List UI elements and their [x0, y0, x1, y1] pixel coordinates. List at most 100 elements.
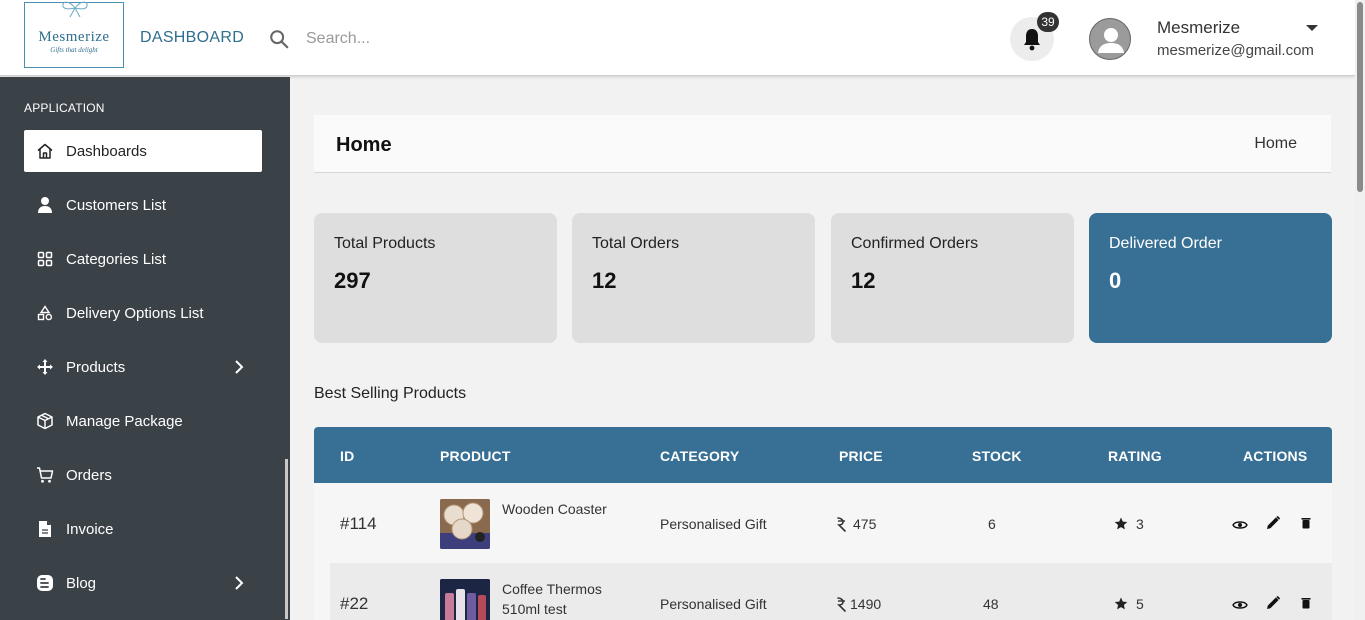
sidebar-item-delivery-options[interactable]: Delivery Options List	[24, 292, 262, 334]
grid-icon	[24, 238, 66, 280]
cell-category: Personalised Gift	[660, 516, 767, 532]
sidebar-item-orders[interactable]: Orders	[24, 454, 262, 496]
sidebar-item-invoice[interactable]: Invoice	[24, 508, 262, 550]
stat-value: 0	[1109, 268, 1122, 293]
eye-icon[interactable]	[1232, 519, 1248, 531]
stat-value: 12	[592, 268, 617, 293]
star-icon	[1114, 517, 1128, 530]
sidebar-scrollbar[interactable]	[285, 459, 288, 619]
product-image	[440, 499, 490, 549]
brand-logo[interactable]: Mesmerize Gifts that delight	[24, 1, 124, 68]
cart-icon	[24, 454, 66, 496]
table-row[interactable]: #22 Coffee Thermos 510ml test Personalis…	[330, 563, 1332, 620]
column-header[interactable]: PRODUCT	[440, 448, 511, 464]
product-thumbnail[interactable]	[440, 579, 490, 620]
sidebar-item-label: Products	[66, 358, 126, 376]
user-name[interactable]: Mesmerize	[1157, 18, 1240, 38]
cell-stock: 48	[983, 596, 999, 612]
sidebar: APPLICATION Dashboards Customers List Ca…	[0, 77, 290, 620]
chevron-right-icon	[235, 360, 244, 374]
table-row[interactable]: #114 Wooden Coaster Personalised Gift 47…	[314, 483, 1332, 563]
star-icon	[1114, 597, 1128, 610]
page-scrollbar-thumb[interactable]	[1357, 2, 1363, 192]
column-header[interactable]: ID	[340, 448, 354, 464]
stat-label: Total Orders	[592, 235, 680, 252]
sidebar-item-dashboards[interactable]: Dashboards	[24, 130, 262, 172]
notification-badge: 39	[1037, 12, 1059, 32]
avatar[interactable]	[1089, 18, 1131, 60]
bow-icon	[62, 1, 88, 18]
best-selling-table: ID PRODUCT CATEGORY PRICE STOCK RATING A…	[314, 427, 1332, 620]
home-icon	[24, 130, 66, 172]
logo-subtitle: Gifts that delight	[50, 45, 98, 54]
chevron-right-icon	[235, 576, 244, 590]
sidebar-item-products[interactable]: Products	[24, 346, 262, 388]
column-header[interactable]: STOCK	[972, 448, 1022, 464]
blog-icon	[24, 562, 66, 604]
user-email: mesmerize@gmail.com	[1157, 42, 1314, 59]
chevron-down-icon[interactable]	[1306, 25, 1318, 31]
cell-id: #114	[340, 514, 377, 533]
trash-icon[interactable]	[1301, 597, 1311, 609]
logo-title: Mesmerize	[38, 28, 110, 45]
stat-card-delivered-order[interactable]: Delivered Order 0	[1089, 213, 1332, 343]
sidebar-item-customers[interactable]: Customers List	[24, 184, 262, 226]
product-thumbnail[interactable]	[440, 499, 490, 549]
sidebar-item-label: Manage Package	[66, 412, 183, 430]
page-header-card: Home Home	[314, 115, 1331, 173]
cell-product-name[interactable]: Coffee Thermos	[502, 581, 602, 597]
column-header[interactable]: PRICE	[839, 448, 883, 464]
sidebar-item-label: Categories List	[66, 250, 167, 268]
sidebar-item-label: Customers List	[66, 196, 167, 214]
sidebar-item-blog[interactable]: Blog	[24, 562, 262, 604]
sidebar-item-label: Blog	[66, 574, 97, 592]
stat-card-total-products[interactable]: Total Products 297	[314, 213, 557, 343]
sidebar-item-label: Delivery Options List	[66, 304, 204, 322]
edit-icon[interactable]	[1265, 515, 1281, 531]
cell-price: 475	[853, 516, 877, 532]
cell-rating: 3	[1136, 516, 1144, 532]
file-icon	[24, 508, 66, 550]
dashboard-link[interactable]: DASHBOARD	[140, 29, 244, 47]
breadcrumb[interactable]: Home	[1254, 135, 1297, 153]
cell-product-name-line2: 510ml test	[502, 601, 567, 617]
table-header: ID PRODUCT CATEGORY PRICE STOCK RATING A…	[314, 427, 1332, 483]
top-header: Mesmerize Gifts that delight DASHBOARD 3…	[0, 0, 1355, 76]
stat-value: 297	[334, 268, 371, 293]
cell-rating: 5	[1136, 596, 1144, 612]
page-title: Home	[336, 134, 392, 156]
sidebar-item-label: Dashboards	[66, 142, 147, 160]
section-title: Best Selling Products	[314, 385, 467, 402]
trash-icon[interactable]	[1301, 517, 1311, 529]
stat-value: 12	[851, 268, 876, 293]
user-icon	[24, 184, 66, 226]
rupee-icon	[837, 597, 846, 612]
sidebar-item-manage-package[interactable]: Manage Package	[24, 400, 262, 442]
cell-category: Personalised Gift	[660, 596, 767, 612]
column-header[interactable]: CATEGORY	[660, 448, 739, 464]
sidebar-item-categories[interactable]: Categories List	[24, 238, 262, 280]
search-icon[interactable]	[268, 28, 290, 50]
column-header[interactable]: RATING	[1108, 448, 1162, 464]
stat-card-total-orders[interactable]: Total Orders 12	[572, 213, 815, 343]
search-input[interactable]	[300, 26, 600, 52]
sidebar-item-label: Invoice	[66, 520, 114, 538]
sidebar-heading: APPLICATION	[24, 101, 105, 115]
user-avatar-icon	[1098, 28, 1124, 53]
cell-price: 1490	[850, 596, 882, 612]
package-icon	[24, 400, 66, 442]
move-icon	[24, 346, 66, 388]
stat-label: Delivered Order	[1109, 235, 1222, 252]
stat-label: Confirmed Orders	[851, 235, 979, 252]
cell-stock: 6	[988, 516, 996, 532]
cell-id: #22	[340, 594, 369, 613]
stat-label: Total Products	[334, 235, 436, 252]
cell-product-name[interactable]: Wooden Coaster	[502, 501, 607, 517]
product-image	[440, 579, 490, 620]
stat-card-confirmed-orders[interactable]: Confirmed Orders 12	[831, 213, 1074, 343]
column-header: ACTIONS	[1243, 448, 1308, 464]
edit-icon[interactable]	[1265, 595, 1281, 611]
shapes-icon	[24, 292, 66, 334]
bell-icon	[1024, 29, 1040, 51]
eye-icon[interactable]	[1232, 599, 1248, 611]
